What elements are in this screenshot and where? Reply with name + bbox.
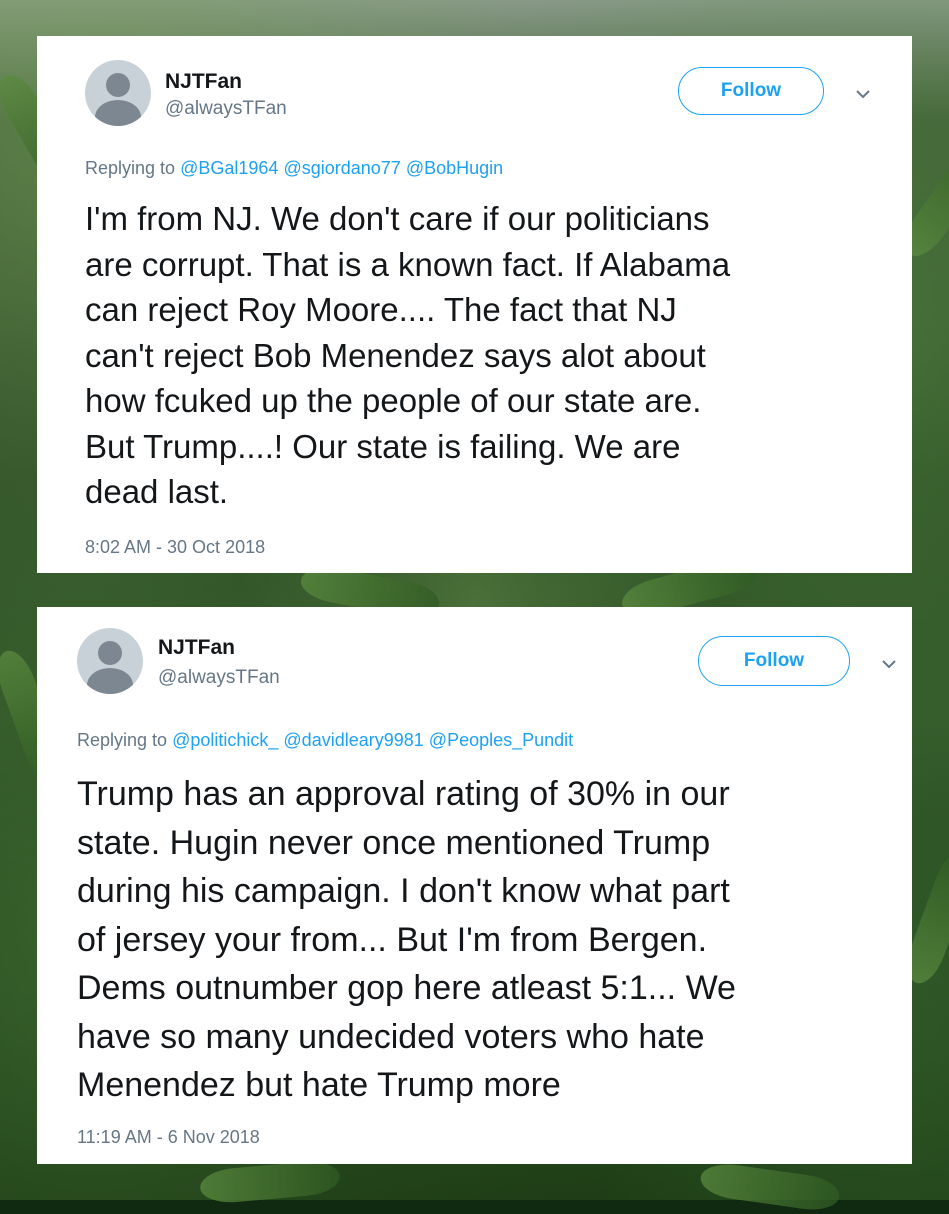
tweet-card: NJTFan @alwaysTFan Follow Replying to @B…: [37, 36, 912, 573]
mention-link[interactable]: @politichick_: [172, 730, 278, 750]
mention-link[interactable]: @sgiordano77: [283, 158, 400, 178]
avatar[interactable]: [85, 60, 151, 126]
tweet-text: I'm from NJ. We don't care if our politi…: [85, 200, 731, 510]
chevron-down-icon[interactable]: [878, 653, 900, 675]
mention-link[interactable]: @Peoples_Pundit: [429, 730, 573, 750]
mention-link[interactable]: @davidleary9981: [283, 730, 423, 750]
leaf-shape: [698, 1160, 842, 1214]
replying-to-line: Replying to @BGal1964 @sgiordano77 @BobH…: [85, 158, 504, 178]
user-handle[interactable]: @alwaysTFan: [165, 98, 287, 120]
avatar[interactable]: [77, 628, 143, 694]
leaf-shape: [198, 1158, 342, 1206]
follow-button[interactable]: Follow: [678, 67, 824, 115]
tweet-timestamp[interactable]: 11:19 AM - 6 Nov 2018: [77, 1127, 260, 1148]
follow-button[interactable]: Follow: [698, 636, 850, 686]
display-name[interactable]: NJTFan: [165, 70, 242, 94]
default-avatar-icon: [98, 641, 122, 665]
chevron-down-icon[interactable]: [852, 83, 874, 105]
display-name[interactable]: NJTFan: [158, 636, 235, 660]
user-handle[interactable]: @alwaysTFan: [158, 667, 280, 689]
tweet-text: Trump has an approval rating of 30% in o…: [77, 775, 736, 1104]
default-avatar-icon: [106, 73, 130, 97]
mention-link[interactable]: @BobHugin: [406, 158, 503, 178]
tweet-card: NJTFan @alwaysTFan Follow Replying to @p…: [37, 607, 912, 1164]
tweet-timestamp[interactable]: 8:02 AM - 30 Oct 2018: [85, 537, 265, 558]
replying-to-line: Replying to @politichick_ @davidleary998…: [77, 730, 574, 750]
mention-link[interactable]: @BGal1964: [180, 158, 278, 178]
